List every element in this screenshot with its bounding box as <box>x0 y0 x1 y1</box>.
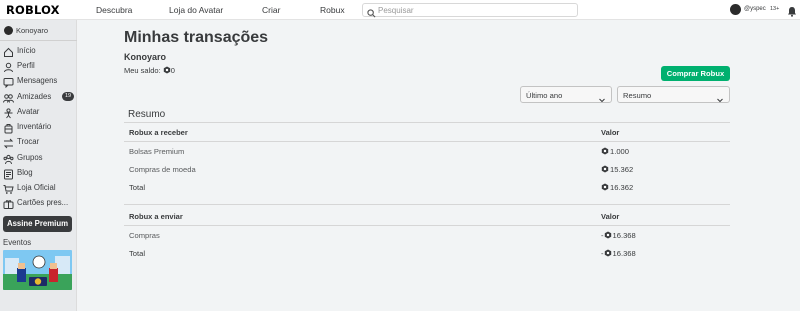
nav-discover[interactable]: Descubra <box>96 5 132 15</box>
sidebar-item-label: Cartões pres... <box>17 198 69 207</box>
sidebar-item-label: Blog <box>17 168 33 177</box>
incoming-value-header: Valor <box>601 128 620 137</box>
sidebar-item-label: Avatar <box>17 107 40 116</box>
period-select-value: Último ano <box>526 91 563 100</box>
value-text: 16.368 <box>612 249 636 258</box>
robux-icon <box>601 183 609 193</box>
premium-button[interactable]: Assine Premium <box>3 216 72 232</box>
user-avatar[interactable] <box>730 4 741 15</box>
type-select[interactable]: Resumo <box>617 86 730 103</box>
sidebar-item-label: Amizades <box>17 92 52 101</box>
balance-value: 0 <box>170 66 175 75</box>
avatar <box>4 26 13 35</box>
sidebar-item-home[interactable]: Início <box>3 44 75 58</box>
sidebar-item-label: Loja Oficial <box>17 183 56 192</box>
summary-heading: Resumo <box>128 109 166 120</box>
search-icon <box>367 5 376 23</box>
sidebar-item-profile[interactable]: Perfil <box>3 59 75 73</box>
value-text: 16.368 <box>612 231 636 240</box>
sidebar-item-friends[interactable]: Amizades 19 <box>3 90 75 104</box>
incoming-row-label: Bolsas Premium <box>129 147 185 156</box>
sidebar-item-inventory[interactable]: Inventário <box>3 120 75 134</box>
nav-robux[interactable]: Robux <box>320 5 345 15</box>
account-name: Konoyaro <box>124 52 167 62</box>
buy-robux-button[interactable]: Comprar Robux <box>661 66 730 81</box>
chevron-down-icon <box>716 91 724 109</box>
friends-icon <box>3 91 14 103</box>
username-label[interactable]: @yspec <box>744 6 766 12</box>
outgoing-row-label: Compras <box>129 231 160 240</box>
search-box[interactable] <box>362 3 578 18</box>
blog-icon <box>3 167 14 180</box>
divider <box>124 225 730 226</box>
incoming-header: Robux a receber <box>129 128 188 137</box>
type-select-value: Resumo <box>623 91 652 100</box>
incoming-row-label: Compras de moeda <box>129 165 196 174</box>
sidebar-item-label: Inventário <box>17 122 52 131</box>
divider <box>124 141 730 142</box>
sidebar: Konoyaro Início Perfil Mensagens Amizade… <box>0 20 77 311</box>
inventory-icon <box>3 121 14 134</box>
friends-count-badge: 19 <box>62 92 74 101</box>
robux-icon <box>163 66 171 76</box>
nav-avatar-shop[interactable]: Loja do Avatar <box>169 5 223 15</box>
sidebar-item-label: Perfil <box>17 61 35 70</box>
divider <box>124 122 730 123</box>
sidebar-item-blog[interactable]: Blog <box>3 166 75 180</box>
divider <box>0 40 77 41</box>
home-icon <box>3 45 14 57</box>
divider <box>124 204 730 205</box>
balance-line: Meu saldo: 0 <box>124 66 175 76</box>
sidebar-item-official-store[interactable]: Loja Oficial <box>3 181 75 195</box>
trade-icon <box>3 136 14 149</box>
sidebar-item-trade[interactable]: Trocar <box>3 135 75 149</box>
bell-icon[interactable] <box>787 4 797 22</box>
balance-label: Meu saldo: <box>124 66 161 75</box>
outgoing-total-label: Total <box>129 249 146 258</box>
period-select[interactable]: Último ano <box>520 86 612 103</box>
search-input[interactable] <box>378 5 573 15</box>
robux-icon <box>601 165 609 175</box>
events-label: Eventos <box>3 238 32 247</box>
roblox-logo[interactable]: ROBLOX <box>6 3 60 17</box>
incoming-row-value: 15.362 <box>601 165 633 175</box>
profile-icon <box>3 60 14 73</box>
sidebar-item-messages[interactable]: Mensagens <box>3 74 75 89</box>
sidebar-item-avatar[interactable]: Avatar <box>3 105 75 119</box>
incoming-total-label: Total <box>129 183 146 192</box>
groups-icon <box>3 152 14 165</box>
robux-icon <box>604 249 612 259</box>
messages-icon <box>3 75 14 89</box>
sidebar-item-groups[interactable]: Grupos <box>3 151 75 165</box>
page-title: Minhas transações <box>124 29 269 46</box>
avatar-icon <box>3 106 14 119</box>
incoming-total-value: 16.362 <box>601 183 633 193</box>
sidebar-item-label: Grupos <box>17 153 43 162</box>
robux-icon <box>604 231 612 241</box>
shop-icon <box>3 182 14 194</box>
age-label: 13+ <box>770 6 780 12</box>
incoming-row-value: 1.000 <box>601 147 629 157</box>
nav-create[interactable]: Criar <box>262 5 280 15</box>
top-navigation-bar: ROBLOX Descubra Loja do Avatar Criar Rob… <box>0 0 800 20</box>
sidebar-item-label: Início <box>17 46 36 55</box>
value-text: 15.362 <box>610 165 634 174</box>
chevron-down-icon <box>598 91 606 109</box>
sidebar-item-gift-cards[interactable]: Cartões pres... <box>3 196 75 210</box>
event-banner[interactable] <box>3 250 72 290</box>
gift-card-icon <box>3 197 14 209</box>
value-text: 1.000 <box>610 147 630 156</box>
sidebar-username: Konoyaro <box>16 26 49 35</box>
outgoing-header: Robux a enviar <box>129 212 183 221</box>
sidebar-item-label: Mensagens <box>17 76 58 85</box>
outgoing-row-value: -16.368 <box>601 231 636 241</box>
outgoing-value-header: Valor <box>601 212 620 221</box>
sidebar-item-label: Trocar <box>17 137 40 146</box>
robux-icon <box>601 147 609 157</box>
value-text: 16.362 <box>610 183 634 192</box>
outgoing-total-value: -16.368 <box>601 249 636 259</box>
